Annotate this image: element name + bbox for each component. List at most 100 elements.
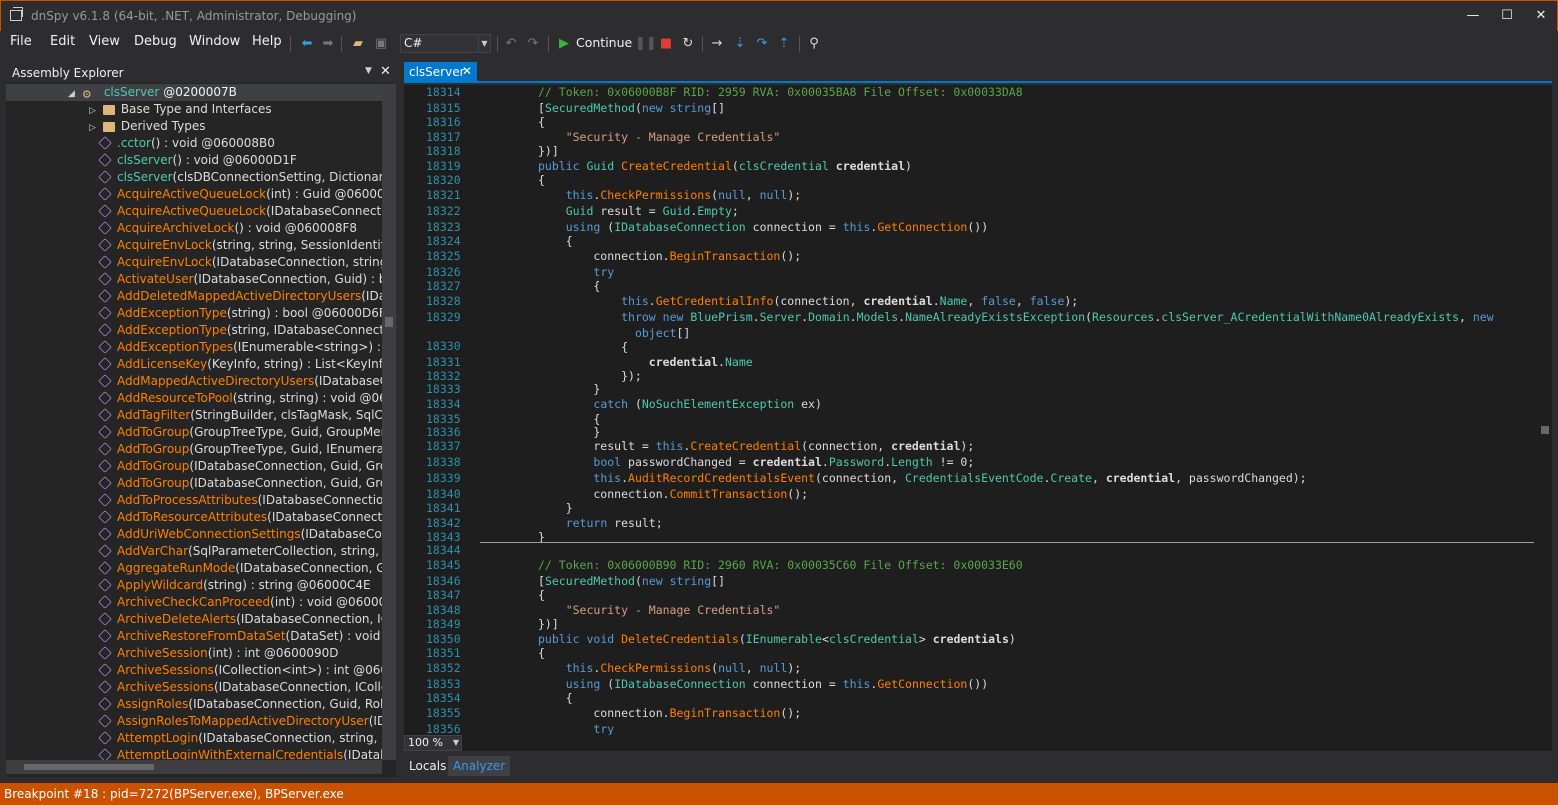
tree-node-method[interactable]: AddToProcessAttributes(IDatabaseConnecti… xyxy=(6,492,382,509)
close-icon[interactable]: ✕ xyxy=(380,64,391,79)
method-icon xyxy=(98,425,112,439)
tree-node-folder[interactable]: ▷ Derived Types xyxy=(6,118,205,135)
open-folder-icon[interactable]: ▰ xyxy=(349,35,367,53)
tree-node-method[interactable]: AcquireArchiveLock() : void @060008F8 xyxy=(6,220,357,237)
tree-node-method[interactable]: AssignRoles(IDatabaseConnection, Guid, R… xyxy=(6,696,382,713)
tree-node-method[interactable]: AcquireEnvLock(IDatabaseConnection, stri… xyxy=(6,254,382,271)
tree-node-method[interactable]: AddExceptionType(string, IDatabaseConnec… xyxy=(6,322,382,339)
chevron-down-icon[interactable]: ▼ xyxy=(365,66,372,76)
tree-node-folder[interactable]: ▷ Base Type and Interfaces xyxy=(6,101,272,118)
menu-window[interactable]: Window xyxy=(189,34,240,49)
tree-node-method[interactable]: AddLicenseKey(KeyInfo, string) : List<Ke… xyxy=(6,356,382,373)
method-icon xyxy=(98,629,112,643)
stop-icon[interactable]: ■ xyxy=(657,35,675,53)
zoom-select[interactable]: 100 % ▼ xyxy=(404,735,462,751)
tree-node-label: Base Type and Interfaces xyxy=(120,102,272,116)
assembly-horizontal-scrollbar[interactable] xyxy=(6,760,382,774)
tree-node-method[interactable]: ArchiveCheckCanProceed(int) : void @0600… xyxy=(6,594,382,611)
tree-node-method[interactable]: AttemptLoginWithExternalCredentials(IDat… xyxy=(6,747,382,760)
tree-node-method[interactable]: clsServer(clsDBConnectionSetting, Dictio… xyxy=(6,169,382,186)
line-number: 18325 xyxy=(426,249,461,263)
menu-edit[interactable]: Edit xyxy=(50,34,75,49)
close-button[interactable]: ✕ xyxy=(1531,7,1551,25)
tree-node-method[interactable]: AddToGroup(IDatabaseConnection, Guid, Gr… xyxy=(6,475,382,492)
tree-node-method[interactable]: AddToGroup(GroupTreeType, Guid, GroupMem… xyxy=(6,424,382,441)
search-icon[interactable]: ⚲ xyxy=(805,35,823,53)
minimize-button[interactable]: — xyxy=(1463,7,1483,25)
tree-node-method[interactable]: ArchiveSessions(ICollection<int>) : int … xyxy=(6,662,382,679)
show-next-statement-icon[interactable]: → xyxy=(708,35,726,53)
assembly-vertical-scrollbar[interactable] xyxy=(382,84,396,760)
tab-clsserver[interactable]: clsServer ✕ xyxy=(404,62,477,83)
tree-node-class[interactable]: ◢ ⚙ clsServer @0200007B xyxy=(6,84,382,101)
menu-view[interactable]: View xyxy=(89,34,120,49)
tree-node-method[interactable]: AcquireActiveQueueLock(IDatabaseConnecti… xyxy=(6,203,382,220)
continue-button[interactable]: Continue xyxy=(576,35,632,50)
code-editor[interactable]: 18314 18315 18316 18317 18318 18319 18320 18321… xyxy=(404,85,1552,735)
tree-node-token: @0200007B xyxy=(159,85,237,99)
tree-node-signature: (int) : void @060008F7 xyxy=(270,595,382,609)
tree-node-method[interactable]: ArchiveDeleteAlerts(IDatabaseConnection,… xyxy=(6,611,382,628)
line-number: 18347 xyxy=(426,588,461,602)
tree-node-method[interactable]: AcquireEnvLock(string, string, SessionId… xyxy=(6,237,382,254)
menu-file[interactable]: File xyxy=(10,34,32,49)
step-out-icon[interactable]: ⇡ xyxy=(775,35,793,53)
close-icon[interactable]: ✕ xyxy=(462,64,472,78)
code-line: return result; xyxy=(565,516,663,530)
tab-analyzer[interactable]: Analyzer xyxy=(448,756,511,776)
forward-icon[interactable]: ➡ xyxy=(319,35,337,53)
line-number: 18324 xyxy=(426,234,461,248)
tree-node-method[interactable]: ActivateUser(IDatabaseConnection, Guid) … xyxy=(6,271,382,288)
scroll-thumb[interactable] xyxy=(1541,426,1549,434)
menu-debug[interactable]: Debug xyxy=(134,34,177,49)
tree-node-method[interactable]: ArchiveRestoreFromDataSet(DataSet) : voi… xyxy=(6,628,382,645)
tree-node-method[interactable]: AcquireActiveQueueLock(int) : Guid @0600… xyxy=(6,186,382,203)
tree-node-method[interactable]: clsServer() : void @06000D1F xyxy=(6,152,297,169)
tree-node-method[interactable]: AddMappedActiveDirectoryUsers(IDatabaseC… xyxy=(6,373,382,390)
tree-node-label: AddToGroup xyxy=(117,459,190,473)
line-number: 18339 xyxy=(426,471,461,485)
restart-icon[interactable]: ↻ xyxy=(679,35,697,53)
tree-node-method[interactable]: AddToGroup(GroupTreeType, Guid, IEnumera… xyxy=(6,441,382,458)
scroll-thumb[interactable] xyxy=(385,317,393,327)
tree-node-method[interactable]: AggregateRunMode(IDatabaseConnection, Gu… xyxy=(6,560,382,577)
tree-node-method[interactable]: AddUriWebConnectionSettings(IDatabaseCon… xyxy=(6,526,382,543)
tree-node-method[interactable]: ArchiveSession(int) : int @0600090D xyxy=(6,645,339,662)
language-select[interactable]: C# ▼ xyxy=(400,34,491,53)
assembly-tree[interactable]: ◢ ⚙ clsServer @0200007B ▷ Base Type and I… xyxy=(6,84,382,760)
step-into-icon[interactable]: ⇣ xyxy=(731,35,749,53)
tree-node-method[interactable]: AddResourceToPool(string, string) : void… xyxy=(6,390,382,407)
tree-node-method[interactable]: AddVarChar(SqlParameterCollection, strin… xyxy=(6,543,382,560)
save-all-icon[interactable]: ▣ xyxy=(372,35,390,53)
tree-node-signature: (KeyInfo, string) : List<KeyInfo> @ xyxy=(207,357,382,371)
tree-node-method[interactable]: AddDeletedMappedActiveDirectoryUsers(IDa… xyxy=(6,288,382,305)
tree-node-method[interactable]: ApplyWildcard(string) : string @06000C4E xyxy=(6,577,371,594)
redo-icon[interactable]: ↷ xyxy=(524,35,542,53)
back-icon[interactable]: ⬅ xyxy=(298,35,316,53)
tree-node-label: AttemptLoginWithExternalCredentials xyxy=(117,748,344,760)
tree-node-method[interactable]: AssignRolesToMappedActiveDirectoryUser(I… xyxy=(6,713,382,730)
tree-node-label: ArchiveDeleteAlerts xyxy=(117,612,237,626)
pause-icon[interactable]: ❚❚ xyxy=(635,35,657,53)
tree-node-method[interactable]: AddToResourceAttributes(IDatabaseConnect… xyxy=(6,509,382,526)
tab-locals[interactable]: Locals xyxy=(404,756,451,776)
editor-vertical-scrollbar[interactable] xyxy=(1538,85,1552,735)
tree-node-method[interactable]: AddExceptionType(string) : bool @06000D6… xyxy=(6,305,382,322)
tree-node-method[interactable]: AddExceptionTypes(IEnumerable<string>) :… xyxy=(6,339,382,356)
line-number: 18327 xyxy=(426,279,461,293)
tree-node-label: AcquireActiveQueueLock xyxy=(117,187,267,201)
tree-node-method[interactable]: AttemptLogin(IDatabaseConnection, string… xyxy=(6,730,382,747)
tree-node-signature: (IDatabase xyxy=(343,748,382,760)
step-over-icon[interactable]: ↷ xyxy=(753,35,771,53)
tree-node-method[interactable]: ArchiveSessions(IDatabaseConnection, ICo… xyxy=(6,679,382,696)
tree-node-method[interactable]: .cctor() : void @060008B0 xyxy=(6,135,275,152)
maximize-button[interactable]: ☐ xyxy=(1497,7,1517,25)
tree-node-method[interactable]: AddTagFilter(StringBuilder, clsTagMask, … xyxy=(6,407,382,424)
undo-icon[interactable]: ↶ xyxy=(502,35,520,53)
tree-node-method[interactable]: AddToGroup(IDatabaseConnection, Guid, Gr… xyxy=(6,458,382,475)
folder-icon xyxy=(102,105,115,115)
toolbar-separator xyxy=(548,36,549,52)
continue-icon[interactable]: ▶ xyxy=(555,35,573,53)
scroll-thumb[interactable] xyxy=(24,764,154,770)
menu-help[interactable]: Help xyxy=(252,34,282,49)
